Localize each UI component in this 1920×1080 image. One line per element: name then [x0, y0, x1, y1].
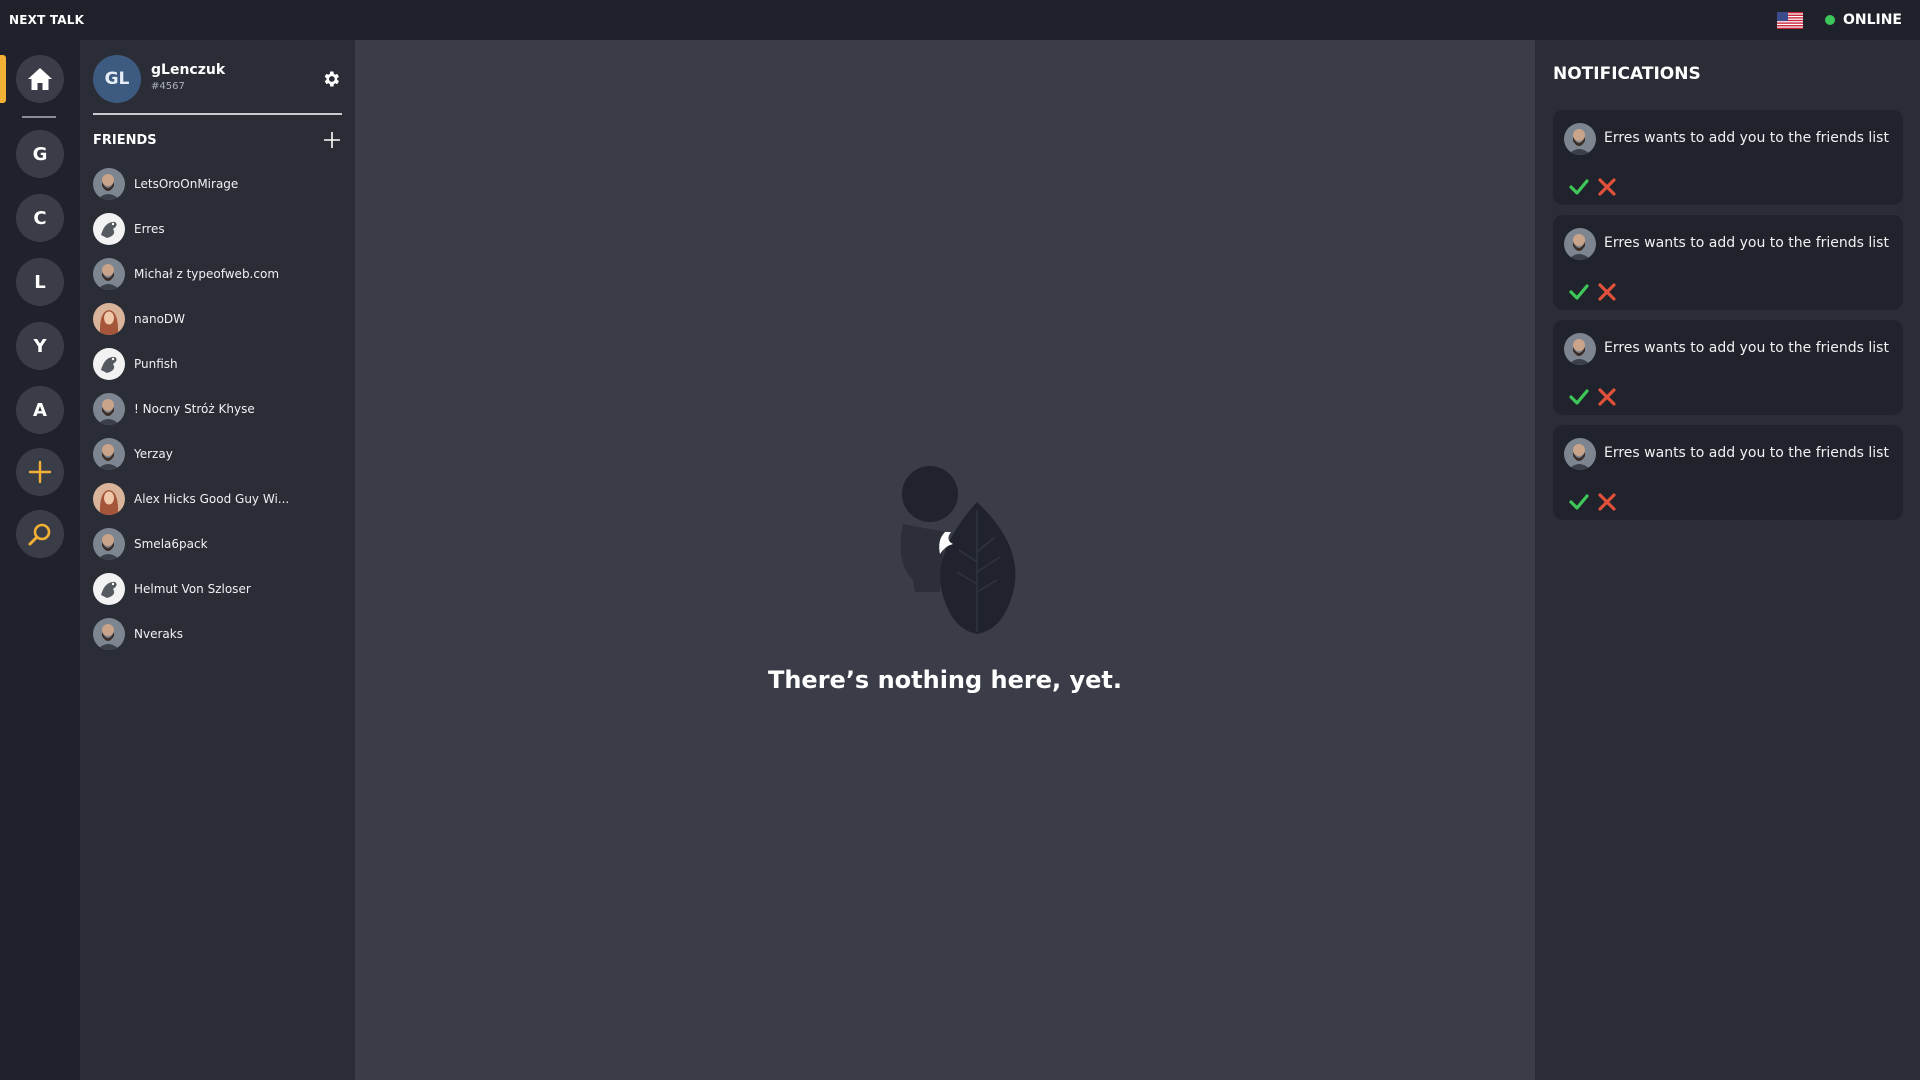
avatar[interactable]: GL: [93, 55, 141, 103]
status-indicator[interactable]: ONLINE: [1824, 12, 1902, 28]
status-label: ONLINE: [1842, 12, 1902, 28]
add-friend-button[interactable]: [322, 130, 342, 150]
app-title: NEXT TALK: [9, 13, 85, 27]
username: gLenczuk: [151, 62, 226, 78]
avatar: [1564, 123, 1596, 155]
accept-check-icon[interactable]: [1569, 387, 1589, 407]
accept-check-icon[interactable]: [1569, 492, 1589, 512]
user-tag: #4567: [151, 81, 185, 92]
us-flag-icon[interactable]: [1776, 11, 1803, 29]
notifications-title: NOTIFICATIONS: [1553, 64, 1701, 84]
user-profile: GL gLenczuk #4567: [93, 55, 342, 115]
friend-item[interactable]: Punfish: [93, 341, 342, 386]
decline-x-icon[interactable]: [1597, 282, 1617, 302]
friend-name: Alex Hicks Good Guy Wi...: [134, 491, 290, 506]
avatar: [93, 212, 125, 245]
home-icon: [28, 68, 52, 90]
empty-state-message: There’s nothing here, yet.: [767, 666, 1123, 694]
avatar: [93, 527, 125, 560]
active-indicator: [0, 55, 6, 103]
add-server-button[interactable]: [16, 448, 64, 496]
notifications-panel: NOTIFICATIONS Erres wants to add you to …: [1535, 40, 1920, 1080]
server-l-button[interactable]: L: [16, 258, 64, 306]
friend-name: Nveraks: [134, 626, 183, 641]
friend-name: Michał z typeofweb.com: [134, 266, 280, 281]
friend-item[interactable]: Helmut Von Szloser: [93, 566, 342, 611]
avatar: [93, 617, 125, 650]
server-a-button[interactable]: A: [16, 386, 64, 434]
friend-item[interactable]: ! Nocny Stróż Khyse: [93, 386, 342, 431]
search-icon: [28, 523, 51, 546]
top-bar: NEXT TALK ONLINE: [0, 0, 1920, 40]
accept-check-icon[interactable]: [1569, 282, 1589, 302]
server-letter: G: [32, 143, 48, 165]
notification-card: Erres wants to add you to the friends li…: [1553, 215, 1903, 310]
avatar: [93, 572, 125, 605]
friend-name: Helmut Von Szloser: [134, 581, 251, 596]
topbar-right: ONLINE: [1776, 11, 1902, 29]
avatar: [93, 167, 125, 200]
decline-x-icon[interactable]: [1597, 492, 1617, 512]
friend-item[interactable]: LetsOroOnMirage: [93, 161, 342, 206]
friend-item[interactable]: Alex Hicks Good Guy Wi...: [93, 476, 342, 521]
avatar: [1564, 228, 1596, 260]
plus-icon: [324, 132, 340, 148]
empty-state-illustration: [900, 466, 1016, 634]
notification-text: Erres wants to add you to the friends li…: [1604, 235, 1889, 251]
server-c-button[interactable]: C: [16, 194, 64, 242]
friend-name: Smela6pack: [134, 536, 208, 551]
friend-item[interactable]: nanoDW: [93, 296, 342, 341]
avatar: [1564, 333, 1596, 365]
avatar: [93, 482, 125, 515]
online-dot-icon: [1824, 15, 1835, 25]
friend-item[interactable]: Erres: [93, 206, 342, 251]
decline-x-icon[interactable]: [1597, 177, 1617, 197]
avatar: [1564, 438, 1596, 470]
rail-divider: [22, 116, 56, 118]
notification-list: Erres wants to add you to the friends li…: [1553, 110, 1903, 530]
avatar: [93, 302, 125, 335]
main-content: There’s nothing here, yet.: [355, 40, 1535, 1080]
friends-title: FRIENDS: [93, 132, 157, 148]
server-letter: L: [34, 271, 46, 293]
settings-button[interactable]: [320, 68, 342, 90]
notification-text: Erres wants to add you to the friends li…: [1604, 130, 1889, 146]
friend-item[interactable]: Smela6pack: [93, 521, 342, 566]
friend-list: LetsOroOnMirage Erres Michał z typeofweb…: [93, 161, 342, 656]
avatar: [93, 347, 125, 380]
friend-name: Punfish: [134, 356, 178, 371]
friend-item[interactable]: Nveraks: [93, 611, 342, 656]
friend-name: Yerzay: [134, 446, 173, 461]
friends-header: FRIENDS: [93, 128, 342, 152]
avatar: [93, 392, 125, 425]
server-letter: Y: [33, 335, 47, 357]
server-rail: G C L Y A: [0, 40, 80, 1080]
friend-item[interactable]: Yerzay: [93, 431, 342, 476]
friend-name: nanoDW: [134, 311, 186, 326]
server-y-button[interactable]: Y: [16, 322, 64, 370]
gear-icon: [324, 71, 339, 87]
server-letter: A: [33, 399, 47, 421]
notification-card: Erres wants to add you to the friends li…: [1553, 425, 1903, 520]
notification-card: Erres wants to add you to the friends li…: [1553, 110, 1903, 205]
avatar: [93, 257, 125, 290]
notification-text: Erres wants to add you to the friends li…: [1604, 445, 1889, 461]
friend-name: Erres: [134, 221, 165, 236]
avatar: [93, 437, 125, 470]
search-button[interactable]: [16, 510, 64, 558]
home-button[interactable]: [16, 55, 64, 103]
friends-panel: GL gLenczuk #4567 FRIENDS LetsOroOnMirag…: [80, 40, 355, 1080]
friend-name: ! Nocny Stróż Khyse: [134, 401, 255, 416]
server-letter: C: [33, 207, 47, 229]
accept-check-icon[interactable]: [1569, 177, 1589, 197]
notification-text: Erres wants to add you to the friends li…: [1604, 340, 1889, 356]
decline-x-icon[interactable]: [1597, 387, 1617, 407]
friend-item[interactable]: Michał z typeofweb.com: [93, 251, 342, 296]
notification-card: Erres wants to add you to the friends li…: [1553, 320, 1903, 415]
server-g-button[interactable]: G: [16, 130, 64, 178]
plus-icon: [28, 460, 52, 484]
friend-name: LetsOroOnMirage: [134, 176, 239, 191]
